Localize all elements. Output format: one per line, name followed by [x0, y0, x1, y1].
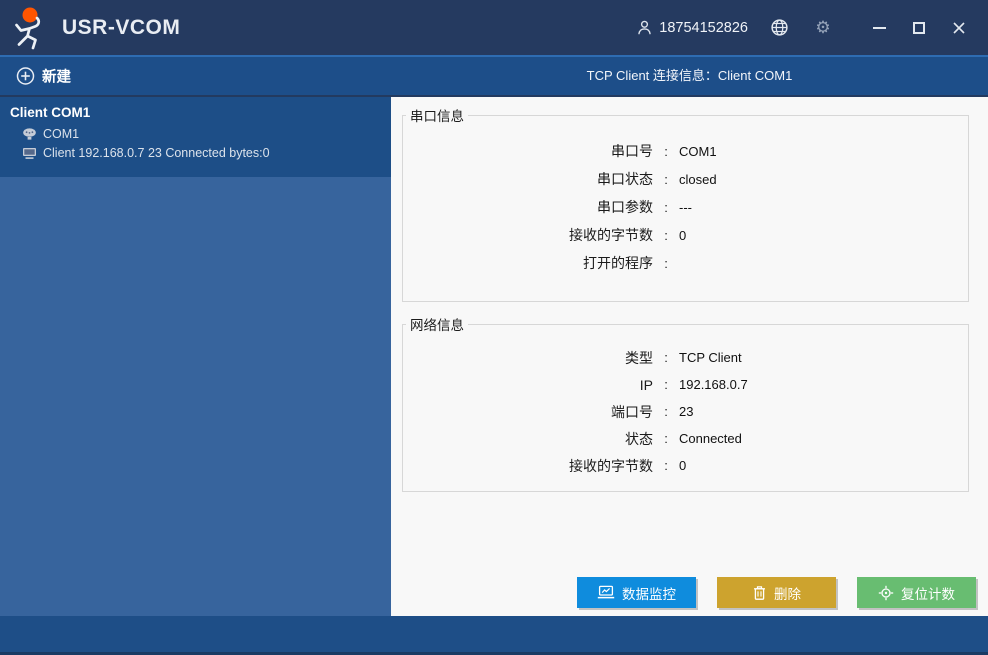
connection-item-link-row: Client 192.168.0.7 23 Connected bytes:0 — [22, 146, 381, 160]
titlebar-controls: 18754152826 ⚙ — [636, 13, 974, 43]
info-value: --- — [679, 199, 692, 215]
info-value: COM1 — [679, 143, 717, 159]
info-row: 串口号 : COM1 — [403, 137, 968, 165]
info-row: 类型 : TCP Client — [403, 344, 968, 371]
info-value: 192.168.0.7 — [679, 377, 748, 392]
network-info-group: 网络信息 类型 : TCP Client IP : 192.168.0.7 端口… — [402, 314, 969, 492]
connection-item-port: COM1 — [43, 127, 80, 141]
globe-icon — [770, 18, 789, 37]
plus-circle-icon — [16, 67, 35, 86]
info-colon: : — [664, 377, 668, 392]
connection-info-title: TCP Client 连接信息：Client COM1 — [586, 68, 793, 83]
new-connection-label: 新建 — [42, 69, 71, 86]
close-button[interactable] — [944, 13, 974, 43]
minimize-icon — [872, 26, 886, 29]
delete-label: 删除 — [774, 586, 801, 602]
info-colon: : — [664, 404, 668, 419]
info-colon: : — [664, 431, 668, 446]
language-button[interactable] — [764, 13, 794, 43]
minimize-button[interactable] — [864, 13, 894, 43]
app-brand: USR-VCOM — [10, 6, 180, 50]
target-icon — [878, 585, 894, 601]
info-colon: : — [664, 227, 668, 243]
maximize-button[interactable] — [904, 13, 934, 43]
info-value: 0 — [679, 458, 687, 473]
detail-panel: 串口信息 串口号 : COM1 串口状态 : closed 串口参数 : --- — [391, 97, 988, 616]
connection-item-title: Client COM1 — [10, 105, 91, 120]
info-colon: : — [664, 143, 668, 159]
close-icon — [952, 21, 966, 35]
connection-sidebar: Client COM1 COM1 Client 192.168.0.7 23 C… — [0, 97, 391, 616]
info-label: 端口号 — [611, 403, 653, 420]
info-label: IP — [639, 376, 653, 393]
user-id: 18754152826 — [659, 19, 748, 36]
menubar: 新建 TCP Client 连接信息：Client COM1 — [0, 55, 988, 97]
info-label: 串口参数 — [597, 199, 653, 215]
info-label: 打开的程序 — [583, 255, 653, 271]
info-label: 接收的字节数 — [569, 457, 653, 474]
info-row: 串口状态 : closed — [403, 165, 968, 193]
connection-list-item-selected[interactable]: Client COM1 COM1 Client 192.168.0.7 23 C… — [0, 97, 391, 177]
info-row: 接收的字节数 : 0 — [403, 452, 968, 479]
info-value: 0 — [679, 227, 687, 243]
info-row: 打开的程序 : — [403, 249, 968, 277]
info-label: 状态 — [625, 430, 653, 447]
info-row: 串口参数 : --- — [403, 193, 968, 221]
info-value: TCP Client — [679, 350, 742, 365]
info-row: IP : 192.168.0.7 — [403, 371, 968, 398]
info-value: Connected — [679, 431, 742, 446]
settings-button[interactable]: ⚙ — [808, 13, 838, 43]
data-monitor-button[interactable]: 数据监控 — [577, 577, 696, 608]
user-icon — [636, 19, 653, 36]
reset-count-label: 复位计数 — [901, 586, 955, 602]
usr-vcom-window: USR-VCOM 18754152826 ⚙ 新建 TCP Client 连接信… — [0, 0, 988, 655]
footer-bar — [0, 616, 988, 655]
info-label: 类型 — [625, 349, 653, 366]
titlebar: USR-VCOM 18754152826 ⚙ — [0, 0, 988, 55]
info-colon: : — [664, 199, 668, 215]
app-logo-icon — [10, 6, 52, 50]
main-area: Client COM1 COM1 Client 192.168.0.7 23 C… — [0, 97, 988, 616]
trash-icon — [752, 585, 767, 601]
info-colon: : — [664, 458, 668, 473]
maximize-icon — [913, 21, 925, 34]
info-colon: : — [664, 255, 668, 271]
laptop-chart-icon — [597, 585, 615, 600]
info-value: closed — [679, 171, 717, 187]
app-title: USR-VCOM — [62, 15, 181, 39]
serial-info-group: 串口信息 串口号 : COM1 串口状态 : closed 串口参数 : --- — [402, 105, 969, 302]
action-button-row: 数据监控 删除 复位计数 — [391, 577, 988, 608]
serial-info-legend: 串口信息 — [410, 109, 464, 124]
network-info-legend: 网络信息 — [410, 318, 464, 333]
user-account[interactable]: 18754152826 — [636, 19, 748, 36]
info-label: 串口状态 — [597, 171, 653, 187]
info-value: 23 — [679, 404, 694, 419]
info-label: 接收的字节数 — [569, 227, 653, 243]
serial-port-icon — [22, 127, 37, 141]
connection-item-link: Client 192.168.0.7 23 Connected bytes:0 — [43, 146, 270, 160]
data-monitor-label: 数据监控 — [622, 586, 676, 602]
info-row: 接收的字节数 : 0 — [403, 221, 968, 249]
info-row: 状态 : Connected — [403, 425, 968, 452]
info-label: 串口号 — [611, 143, 653, 159]
connection-item-port-row: COM1 — [22, 127, 381, 141]
new-connection-button[interactable]: 新建 — [16, 66, 71, 87]
monitor-icon — [22, 147, 37, 160]
info-colon: : — [664, 171, 668, 187]
info-colon: : — [664, 350, 668, 365]
info-row: 端口号 : 23 — [403, 398, 968, 425]
reset-count-button[interactable]: 复位计数 — [857, 577, 976, 608]
delete-button[interactable]: 删除 — [717, 577, 836, 608]
gear-icon: ⚙ — [815, 18, 831, 37]
